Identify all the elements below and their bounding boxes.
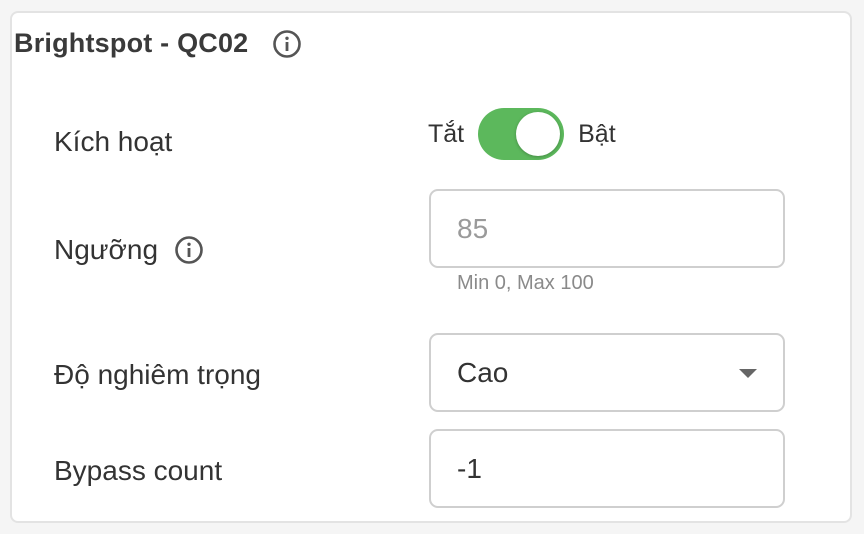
bypass-count-field[interactable]	[429, 429, 785, 508]
toggle-off-label: Tắt	[428, 119, 465, 148]
threshold-input[interactable]	[457, 212, 757, 245]
severity-selected-value: Cao	[457, 356, 509, 388]
toggle-on-label: Bật	[578, 119, 616, 148]
severity-label: Độ nghiêm trọng	[54, 359, 262, 390]
bypass-count-input[interactable]	[457, 452, 757, 485]
threshold-label: Ngưỡng	[54, 234, 204, 266]
severity-select[interactable]: Cao	[429, 333, 785, 412]
activate-label: Kích hoạt	[54, 126, 173, 157]
panel-header: Brightspot - QC02	[14, 28, 302, 59]
caret-down-icon[interactable]	[739, 368, 757, 378]
activate-toggle-group: Tắt Bật	[428, 108, 616, 160]
info-circle-icon[interactable]	[272, 29, 302, 59]
activate-toggle-switch[interactable]	[478, 108, 565, 160]
threshold-hint: Min 0, Max 100	[457, 272, 594, 294]
panel-title: Brightspot - QC02	[14, 28, 249, 58]
toggle-knob[interactable]	[516, 112, 561, 156]
threshold-field[interactable]	[429, 189, 785, 268]
bypass-count-label: Bypass count	[54, 455, 223, 486]
info-circle-icon[interactable]	[174, 235, 204, 265]
